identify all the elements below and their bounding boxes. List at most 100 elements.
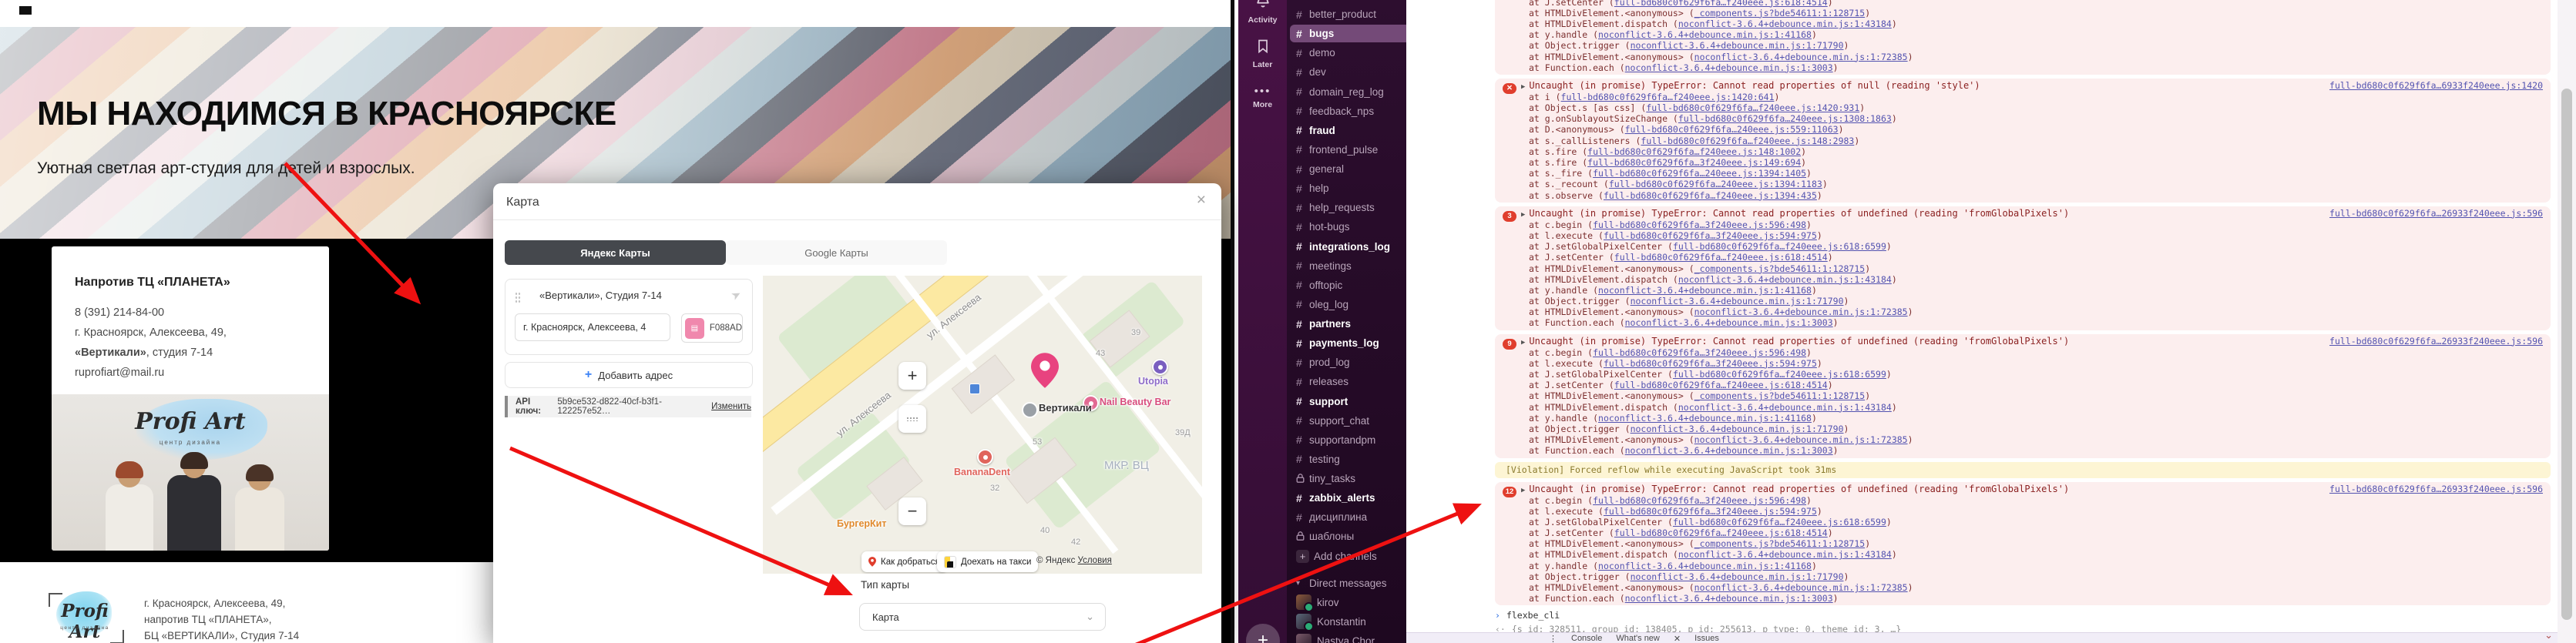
stack-source-link[interactable]: noconflict-3.6.4+debounce.min.js:1:72385 <box>1694 434 1908 445</box>
stack-source-link[interactable]: noconflict-3.6.4+debounce.min.js:1:71790 <box>1631 424 1844 434</box>
stack-source-link[interactable]: noconflict-3.6.4+debounce.min.js:1:41168 <box>1598 29 1812 40</box>
stack-source-link[interactable]: noconflict-3.6.4+debounce.min.js:1:43184 <box>1678 402 1892 413</box>
stack-source-link[interactable]: full-bd680c0f629f6fa…f240eee.js:148:1002 <box>1587 146 1801 157</box>
add-workspace-button[interactable]: + <box>1246 624 1280 643</box>
stack-source-link[interactable]: full-bd680c0f629f6fa…f240eee.js:618:6599 <box>1673 241 1886 252</box>
expand-triangle-icon[interactable]: ▶ <box>1521 339 1525 347</box>
channel-item-fraud[interactable]: #fraud <box>1287 121 1406 140</box>
add-channels-button[interactable]: + Add channels <box>1287 547 1406 566</box>
color-swatch[interactable]: ▤ <box>685 318 704 339</box>
channel-item-hot-bugs[interactable]: #hot-bugs <box>1287 217 1406 236</box>
stack-source-link[interactable]: full-bd680c0f629f6fa…f240eee.js:618:4514 <box>1614 527 1828 538</box>
channel-item-domain_reg_log[interactable]: #domain_reg_log <box>1287 82 1406 102</box>
stack-source-link[interactable]: full-bd680c0f629f6fa…f240eee.js:148:2983 <box>1641 136 1854 146</box>
channel-item-oleg_log[interactable]: #oleg_log <box>1287 295 1406 314</box>
console-input-echo[interactable]: ›flexbe_cli <box>1495 609 2551 621</box>
stack-source-link[interactable]: noconflict-3.6.4+debounce.min.js:1:72385 <box>1694 52 1908 62</box>
stack-source-link[interactable]: noconflict-3.6.4+debounce.min.js:1:3003 <box>1625 593 1833 604</box>
dm-item-Konstantin[interactable]: Konstantin <box>1287 612 1406 631</box>
status-issues[interactable]: Issues <box>1694 634 1719 643</box>
zoom-in-button[interactable]: + <box>898 362 926 390</box>
stack-source-link[interactable]: full-bd680c0f629f6fa…3f240eee.js:594:975 <box>1604 506 1817 517</box>
status-whats-new[interactable]: What's new <box>1616 634 1660 643</box>
channel-item-demo[interactable]: #demo <box>1287 43 1406 62</box>
console-scrollbar[interactable] <box>2558 0 2576 643</box>
stack-source-link[interactable]: full-bd680c0f629f6fa…f240eee.js:618:4514 <box>1614 380 1828 390</box>
expand-triangle-icon[interactable]: ▶ <box>1521 83 1525 91</box>
channel-item-general[interactable]: #general <box>1287 159 1406 179</box>
channel-item-zabbix_alerts[interactable]: #zabbix_alerts <box>1287 488 1406 507</box>
channel-item-offtopic[interactable]: #offtopic <box>1287 276 1406 295</box>
directions-button[interactable]: Как добраться <box>861 551 947 572</box>
source-link[interactable]: full-bd680c0f629f6fa…26933f240eee.js:596 <box>2329 336 2543 347</box>
stack-source-link[interactable]: full-bd680c0f629f6fa…3f240eee.js:596:498 <box>1593 495 1806 506</box>
tab-google-maps[interactable]: Google Карты <box>726 240 947 265</box>
ruler-button[interactable] <box>898 405 926 433</box>
map-preview[interactable]: ул. Алексееваул. Алексеева39435332404239… <box>763 276 1202 574</box>
stack-source-link[interactable]: full-bd680c0f629f6fa…3f240eee.js:149:694 <box>1587 157 1801 168</box>
add-address-button[interactable]: + Добавить адрес <box>505 362 753 388</box>
status-console[interactable]: Console <box>1571 634 1602 643</box>
taxi-button[interactable]: Доехать на такси <box>937 551 1038 572</box>
stack-source-link[interactable]: noconflict-3.6.4+debounce.min.js:1:71790 <box>1631 296 1844 306</box>
stack-source-link[interactable]: full-bd680c0f629f6fa…f240eee.js:618:6599 <box>1673 517 1886 527</box>
channel-item-bugs[interactable]: #bugs <box>1287 24 1406 43</box>
stack-source-link[interactable]: full-bd680c0f629f6fa…240eee.js:1394:1183 <box>1609 179 1822 189</box>
stack-source-link[interactable]: noconflict-3.6.4+debounce.min.js:1:71790 <box>1631 571 1844 582</box>
address-input[interactable] <box>515 313 670 341</box>
stack-source-link[interactable]: noconflict-3.6.4+debounce.min.js:1:43184 <box>1678 274 1892 285</box>
locate-arrow-icon[interactable]: ➤ <box>729 286 744 303</box>
api-key-change-link[interactable]: Изменить <box>711 402 751 411</box>
rail-later[interactable]: Later <box>1238 39 1287 69</box>
channel-item-шаблоны[interactable]: шаблоны <box>1287 527 1406 546</box>
tab-yandex-maps[interactable]: Яндекс Карты <box>505 240 726 265</box>
source-link[interactable]: full-bd680c0f629f6fa…6933f240eee.js:1420 <box>2329 80 2543 91</box>
rail-activity[interactable]: Activity <box>1238 0 1287 25</box>
channel-item-integrations_log[interactable]: #integrations_log <box>1287 237 1406 256</box>
channel-item-help_requests[interactable]: #help_requests <box>1287 198 1406 217</box>
stack-source-link[interactable]: _components.js?bde54611:1:128715 <box>1694 263 1866 274</box>
stack-source-link[interactable]: noconflict-3.6.4+debounce.min.js:1:72385 <box>1694 582 1908 593</box>
stack-source-link[interactable]: noconflict-3.6.4+debounce.min.js:1:41168 <box>1598 413 1812 424</box>
channel-item-дисциплина[interactable]: #дисциплина <box>1287 507 1406 527</box>
source-link[interactable]: full-bd680c0f629f6fa…26933f240eee.js:596 <box>2329 208 2543 219</box>
channel-item-dev[interactable]: #dev <box>1287 62 1406 82</box>
channel-item-prod_log[interactable]: #prod_log <box>1287 353 1406 372</box>
stack-source-link[interactable]: full-bd680c0f629f6fa…f240eee.js:618:4514 <box>1614 0 1828 8</box>
stack-source-link[interactable]: _components.js?bde54611:1:128715 <box>1694 390 1866 401</box>
stack-source-link[interactable]: noconflict-3.6.4+debounce.min.js:1:41168 <box>1598 285 1812 296</box>
stack-source-link[interactable]: noconflict-3.6.4+debounce.min.js:1:3003 <box>1625 317 1833 328</box>
scroll-down-icon[interactable]: ⌄ <box>2544 629 2553 641</box>
stack-source-link[interactable]: noconflict-3.6.4+debounce.min.js:1:71790 <box>1631 40 1844 51</box>
channel-item-tiny_tasks[interactable]: tiny_tasks <box>1287 469 1406 488</box>
stack-source-link[interactable]: noconflict-3.6.4+debounce.min.js:1:43184 <box>1678 549 1892 560</box>
close-icon[interactable]: × <box>1197 191 1206 209</box>
contact-phone[interactable]: 8 (391) 214-84-00 <box>75 306 164 319</box>
channel-item-testing[interactable]: #testing <box>1287 450 1406 469</box>
source-link[interactable]: full-bd680c0f629f6fa…26933f240eee.js:596 <box>2329 484 2543 494</box>
close-icon[interactable]: ✕ <box>1674 634 1681 643</box>
expand-triangle-icon[interactable]: ▶ <box>1521 211 1525 219</box>
stack-source-link[interactable]: full-bd680c0f629f6fa…3f240eee.js:596:498 <box>1593 219 1806 230</box>
stack-source-link[interactable]: _components.js?bde54611:1:128715 <box>1694 8 1866 18</box>
channel-item-support[interactable]: #support <box>1287 392 1406 411</box>
channel-item-support_chat[interactable]: #support_chat <box>1287 411 1406 430</box>
stack-source-link[interactable]: full-bd680c0f629f6fa…240eee.js:1308:1863 <box>1678 113 1892 124</box>
stack-source-link[interactable]: noconflict-3.6.4+debounce.min.js:1:72385 <box>1694 306 1908 317</box>
rail-more[interactable]: ••• More <box>1238 85 1287 109</box>
channel-item-help[interactable]: #help <box>1287 179 1406 198</box>
stack-source-link[interactable]: full-bd680c0f629f6fa…f240eee.js:1420:641 <box>1561 92 1775 102</box>
stack-source-link[interactable]: noconflict-3.6.4+debounce.min.js:1:43184 <box>1678 18 1892 29</box>
stack-source-link[interactable]: full-bd680c0f629f6fa…240eee.js:1394:1405 <box>1593 168 1806 179</box>
stack-source-link[interactable]: full-bd680c0f629f6fa…3f240eee.js:594:975 <box>1604 230 1817 241</box>
stack-source-link[interactable]: noconflict-3.6.4+debounce.min.js:1:3003 <box>1625 62 1833 73</box>
pin-color-field[interactable]: ▤ F088AD <box>681 313 743 343</box>
dm-item-kirov[interactable]: kirov <box>1287 593 1406 612</box>
map-type-select[interactable]: Карта ⌄ <box>859 603 1106 631</box>
expand-triangle-icon[interactable]: ▶ <box>1521 487 1525 494</box>
stack-source-link[interactable]: full-bd680c0f629f6fa…3f240eee.js:596:498 <box>1593 347 1806 358</box>
stack-source-link[interactable]: full-bd680c0f629f6fa…f240eee.js:1420:931 <box>1646 102 1859 113</box>
stack-source-link[interactable]: full-bd680c0f629f6fa…f240eee.js:1394:435 <box>1604 190 1817 201</box>
stack-source-link[interactable]: noconflict-3.6.4+debounce.min.js:1:3003 <box>1625 445 1833 456</box>
stack-source-link[interactable]: full-bd680c0f629f6fa…f240eee.js:618:4514 <box>1614 252 1828 263</box>
